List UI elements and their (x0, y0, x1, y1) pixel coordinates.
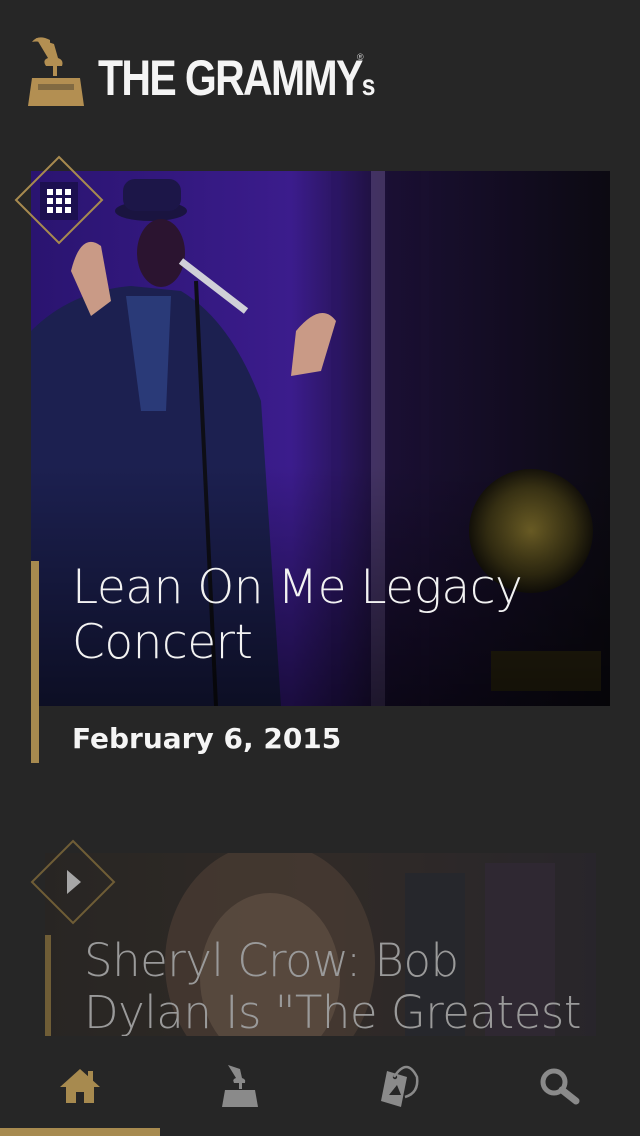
registered-mark: ® (357, 52, 364, 62)
bottom-tab-bar (0, 1036, 640, 1136)
feed-card-title[interactable]: Sheryl Crow: Bob Dylan Is "The Greatest (84, 935, 594, 1039)
logo-suffix: s (361, 69, 376, 102)
app-header: THE GRAMMYs ® (0, 0, 640, 150)
feed-card-title-text: Sheryl Crow: Bob Dylan Is "The Greatest (84, 934, 581, 1039)
feed-card-date: February 6, 2015 (72, 722, 342, 755)
tab-awards[interactable] (160, 1036, 320, 1136)
app-logo-wordmark: THE GRAMMYs (98, 46, 376, 118)
video-badge[interactable] (30, 839, 116, 925)
tab-search[interactable] (480, 1036, 640, 1136)
gramophone-logo-icon (28, 37, 84, 106)
logo-text: THE GRAMMY (98, 50, 363, 106)
grid-icon (40, 182, 78, 220)
gramophone-icon (222, 1065, 258, 1107)
ticket-icon (381, 1065, 419, 1107)
card-accent-bar (31, 561, 39, 763)
home-icon (60, 1069, 100, 1103)
card-accent-bar (45, 935, 51, 1036)
active-tab-indicator (0, 1128, 160, 1136)
search-icon (540, 1068, 580, 1105)
tab-tickets[interactable] (320, 1036, 480, 1136)
tab-home[interactable] (0, 1036, 160, 1136)
play-icon (67, 870, 81, 894)
feed-card-title[interactable]: Lean On Me Legacy Concert (72, 560, 592, 670)
